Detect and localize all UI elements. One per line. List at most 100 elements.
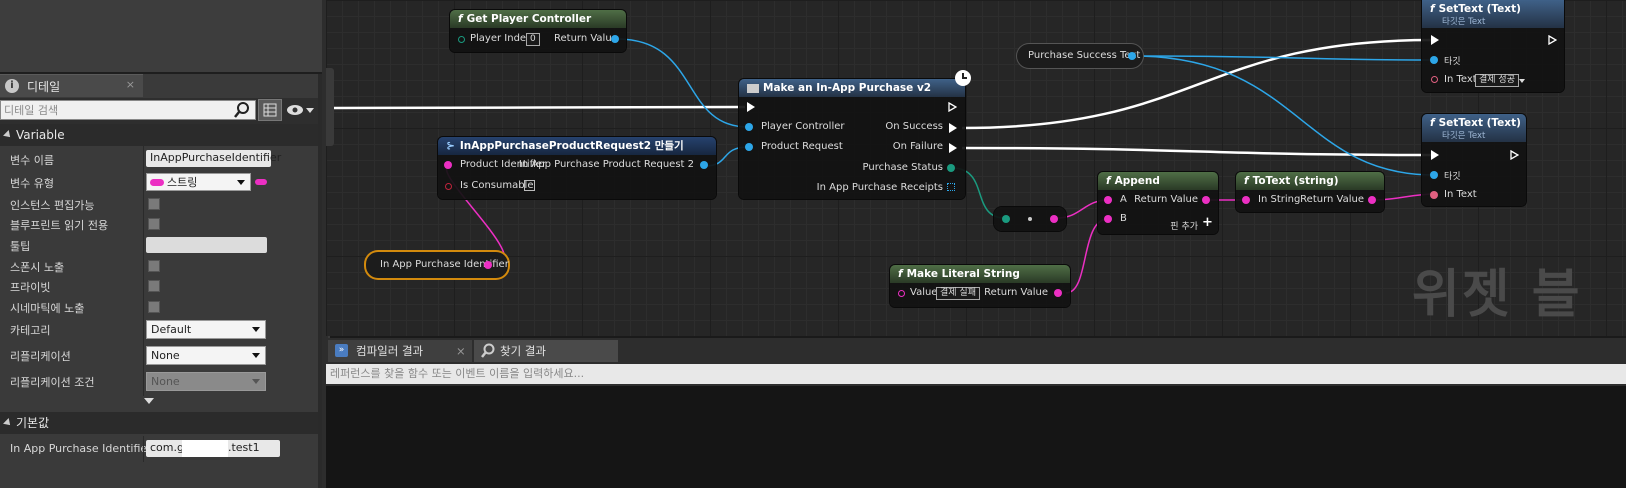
status-conversion-node[interactable] bbox=[994, 207, 1066, 231]
node-title: Append bbox=[1114, 175, 1160, 187]
find-results-icon bbox=[481, 343, 495, 358]
pin-label: Player Controller bbox=[761, 121, 845, 132]
node-header: f SetText (Text) 타깃은 Text bbox=[1422, 0, 1564, 28]
literal-return-pin[interactable] bbox=[1054, 289, 1062, 297]
find-references-input[interactable]: 레퍼런스를 찾을 함수 또는 이벤트 이름을 입력하세요... bbox=[326, 364, 1626, 384]
in-string-pin[interactable] bbox=[1242, 196, 1250, 204]
is-consumable-pin[interactable] bbox=[445, 183, 452, 190]
pin-label: B bbox=[1120, 213, 1127, 224]
function-icon: f bbox=[1106, 175, 1111, 187]
totext-return-pin[interactable] bbox=[1368, 196, 1376, 204]
make-in-app-purchase-node[interactable]: Make an In-App Purchase v2 Player Contro… bbox=[739, 79, 965, 199]
find-results-list bbox=[326, 386, 1626, 488]
append-a-pin[interactable] bbox=[1104, 196, 1112, 204]
clock-icon bbox=[955, 70, 971, 86]
add-pin-icon[interactable]: + bbox=[1202, 215, 1213, 230]
pin-label: Return Value bbox=[1300, 194, 1364, 205]
compiler-results-icon: » bbox=[335, 344, 348, 357]
node-header: f Make Literal String bbox=[890, 265, 1070, 283]
exec-in-pin[interactable] bbox=[1431, 35, 1439, 45]
node-title: ToText (string) bbox=[1252, 175, 1339, 187]
append-b-pin[interactable] bbox=[1104, 215, 1112, 223]
pin-label: Product Request bbox=[761, 141, 843, 152]
conversion-dot-icon bbox=[1028, 217, 1032, 221]
target-pin[interactable] bbox=[1430, 171, 1438, 179]
append-return-pin[interactable] bbox=[1202, 196, 1210, 204]
target-pin[interactable] bbox=[1430, 56, 1438, 64]
return-value-pin[interactable] bbox=[611, 35, 619, 43]
player-index-pin[interactable] bbox=[458, 36, 465, 43]
variable-label: Purchase Success Text bbox=[1028, 50, 1141, 61]
pin-label: Return Value bbox=[554, 33, 618, 44]
in-text-pin[interactable] bbox=[1430, 191, 1438, 199]
is-consumable-checkbox[interactable] bbox=[524, 180, 535, 191]
variable-output-pin[interactable] bbox=[1128, 52, 1136, 60]
settext-node-success[interactable]: f SetText (Text) 타깃은 Text 타깃 In Text 결제 성… bbox=[1422, 0, 1564, 92]
totext-node[interactable]: f ToText (string) In String Return Value bbox=[1236, 172, 1384, 212]
in-text-value-field[interactable]: 결제 성공 bbox=[1475, 74, 1519, 87]
pin-label: On Success bbox=[885, 121, 943, 132]
node-subtitle: 타깃은 Text bbox=[1442, 17, 1486, 27]
variable-output-pin[interactable] bbox=[484, 261, 492, 269]
function-icon: f bbox=[1430, 3, 1435, 15]
append-node[interactable]: f Append A B Return Value 핀 추가 + bbox=[1098, 172, 1218, 234]
node-subtitle: 타깃은 Text bbox=[1442, 131, 1486, 141]
exec-out-pin[interactable] bbox=[948, 102, 957, 112]
player-controller-pin[interactable] bbox=[745, 123, 753, 131]
add-pin-label[interactable]: 핀 추가 bbox=[1170, 219, 1198, 232]
exec-in-pin[interactable] bbox=[747, 102, 755, 112]
make-literal-string-node[interactable]: f Make Literal String Value 결제 실패 Return … bbox=[890, 265, 1070, 307]
pin-label: A bbox=[1120, 194, 1127, 205]
pin-label: 타깃 bbox=[1444, 57, 1461, 67]
node-header: f ToText (string) bbox=[1236, 172, 1384, 190]
player-index-value[interactable]: 0 bbox=[526, 33, 540, 46]
on-success-pin[interactable] bbox=[949, 123, 957, 133]
exec-in-pin[interactable] bbox=[1431, 150, 1439, 160]
pin-label: Return Value bbox=[1134, 194, 1198, 205]
identifier-variable-node[interactable]: In App Purchase Identifier bbox=[366, 252, 509, 278]
settext-node-failure[interactable]: f SetText (Text) 타깃은 Text 타깃 In Text bbox=[1422, 114, 1526, 206]
value-input-pin[interactable] bbox=[898, 290, 905, 297]
on-failure-pin[interactable] bbox=[949, 143, 957, 153]
target-wire-2 bbox=[1132, 55, 1435, 176]
player-controller-wire bbox=[616, 38, 749, 128]
pin-label: In String bbox=[1258, 194, 1301, 205]
exec-wire-failure bbox=[961, 146, 1433, 157]
product-identifier-pin[interactable] bbox=[444, 161, 452, 169]
pin-label: Value bbox=[910, 287, 938, 298]
node-header: ⊱ InAppPurchaseProductRequest2 만들기 bbox=[438, 137, 716, 155]
pin-label: In App Purchase Receipts bbox=[816, 182, 943, 193]
request-output-pin[interactable] bbox=[700, 161, 708, 169]
literal-value-field[interactable]: 결제 실패 bbox=[936, 287, 980, 300]
exec-wire bbox=[333, 105, 746, 110]
pin-label: Is Consumable bbox=[460, 180, 534, 191]
text-options-arrow-icon[interactable] bbox=[1519, 79, 1525, 83]
tab-compiler-results[interactable]: » 컴파일러 결과 × bbox=[328, 340, 472, 362]
purchase-status-pin[interactable] bbox=[947, 164, 955, 172]
conversion-input-pin[interactable] bbox=[1002, 215, 1010, 223]
node-header: f Append bbox=[1098, 172, 1218, 190]
node-header: f Get Player Controller bbox=[450, 10, 626, 28]
success-text-variable-node[interactable]: Purchase Success Text bbox=[1017, 44, 1143, 68]
node-header: f SetText (Text) 타깃은 Text bbox=[1422, 114, 1526, 142]
product-request-pin[interactable] bbox=[745, 143, 753, 151]
tab-label: 컴파일러 결과 bbox=[356, 344, 424, 358]
node-title: InAppPurchaseProductRequest2 만들기 bbox=[459, 140, 684, 152]
exec-out-pin[interactable] bbox=[1510, 150, 1519, 160]
tab-find-results[interactable]: 찾기 결과 bbox=[474, 340, 618, 362]
receipts-array-pin[interactable] bbox=[947, 183, 955, 191]
latent-node-icon bbox=[747, 83, 759, 93]
function-icon: f bbox=[1244, 175, 1249, 187]
tab-label: 찾기 결과 bbox=[500, 344, 546, 358]
exec-out-pin[interactable] bbox=[1548, 35, 1557, 45]
function-icon: f bbox=[898, 268, 903, 280]
pin-label: Purchase Status bbox=[862, 162, 943, 173]
node-title: Make an In-App Purchase v2 bbox=[763, 82, 932, 94]
get-player-controller-node[interactable]: f Get Player Controller Player Index 0 Re… bbox=[450, 10, 626, 52]
node-header: Make an In-App Purchase v2 bbox=[739, 79, 965, 97]
conversion-output-pin[interactable] bbox=[1050, 215, 1058, 223]
close-tab-icon[interactable]: × bbox=[456, 340, 466, 362]
in-text-pin[interactable] bbox=[1431, 76, 1438, 83]
make-product-request-node[interactable]: ⊱ InAppPurchaseProductRequest2 만들기 Produc… bbox=[438, 137, 716, 199]
function-icon: f bbox=[458, 13, 463, 25]
